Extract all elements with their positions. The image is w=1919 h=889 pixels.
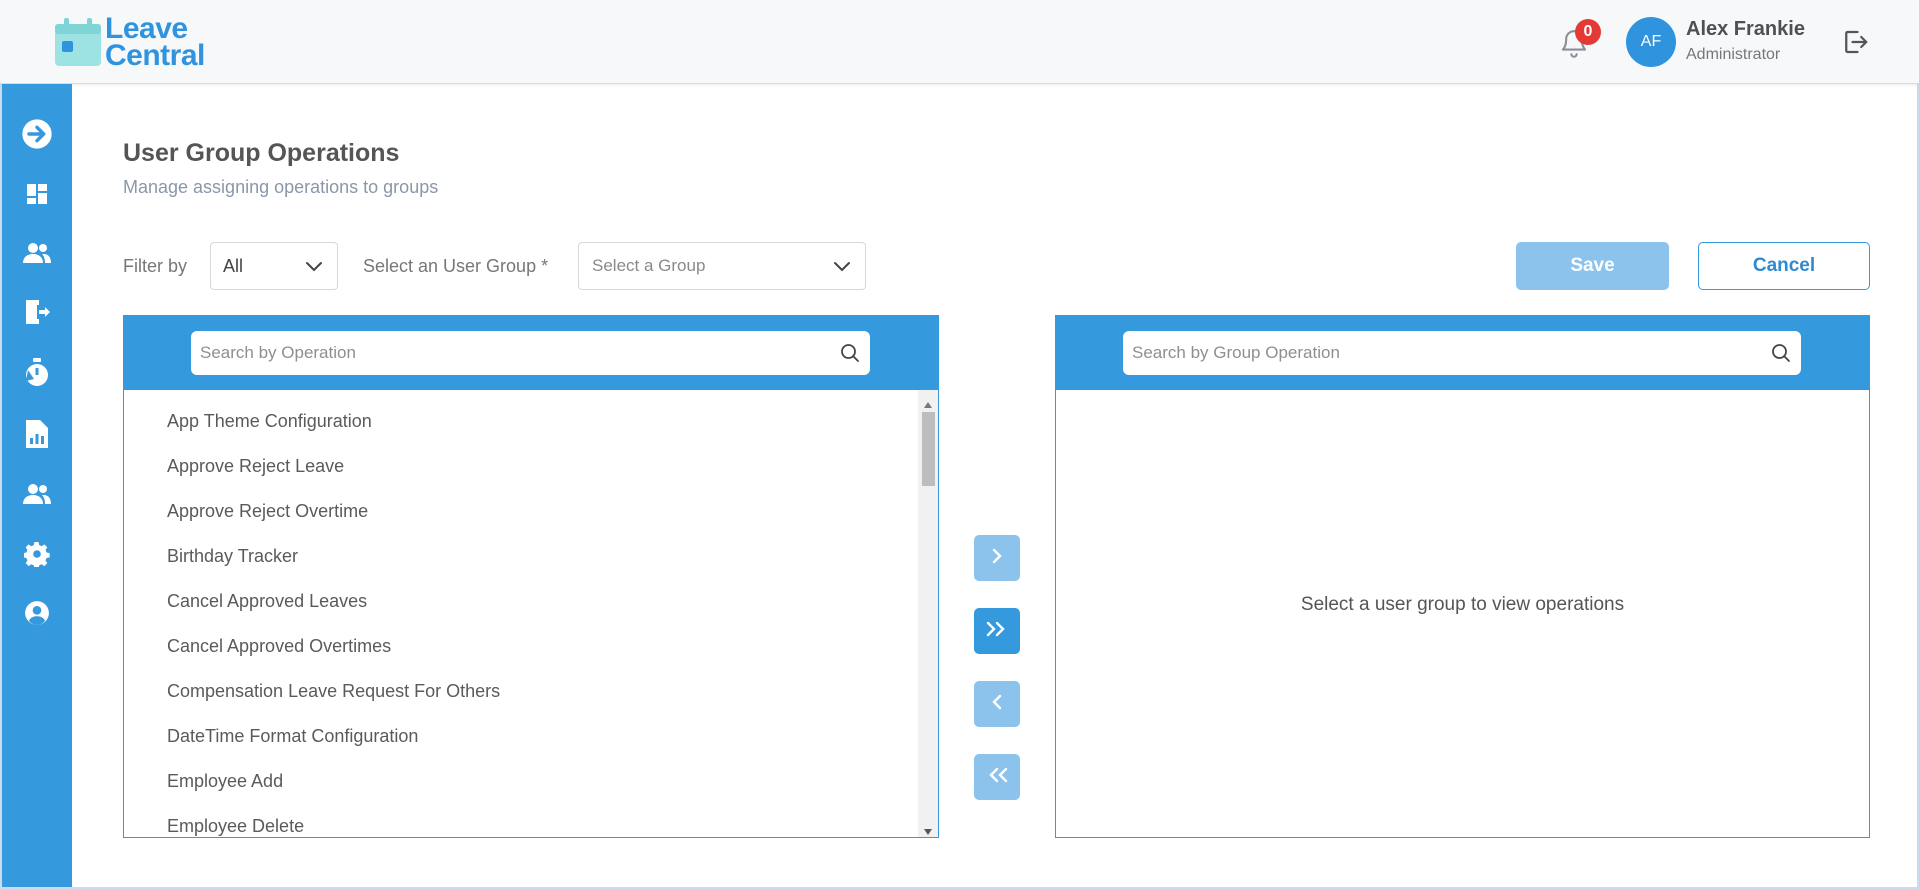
- list-item[interactable]: Cancel Approved Overtimes: [167, 636, 391, 657]
- group-operation-search-input[interactable]: [1123, 331, 1801, 375]
- user-group-placeholder: Select a Group: [592, 256, 706, 275]
- page-title: User Group Operations: [123, 139, 400, 167]
- sidebar: [2, 84, 72, 887]
- cancel-button[interactable]: Cancel: [1698, 242, 1870, 290]
- operation-search-box[interactable]: [191, 331, 870, 375]
- search-icon[interactable]: [840, 343, 860, 363]
- available-operations-panel: App Theme Configuration Approve Reject L…: [123, 315, 939, 838]
- chevron-left-icon: [989, 693, 1005, 716]
- user-group-select[interactable]: Select a Group: [578, 242, 866, 290]
- list-item[interactable]: Birthday Tracker: [167, 546, 298, 567]
- user-name: Alex Frankie: [1686, 18, 1805, 40]
- double-chevron-left-icon: [985, 766, 1009, 789]
- list-item[interactable]: Employee Delete: [167, 816, 304, 837]
- user-role: Administrator: [1686, 46, 1781, 63]
- top-header: Leave Central 0 AF Alex Frankie Administ…: [0, 0, 1919, 84]
- expand-sidebar-icon[interactable]: [21, 118, 53, 150]
- move-selected-right-button[interactable]: [974, 535, 1020, 581]
- scrollbar-thumb[interactable]: [922, 412, 935, 486]
- leave-exit-icon[interactable]: [21, 296, 53, 328]
- operation-search-input[interactable]: [191, 331, 870, 375]
- save-button[interactable]: Save: [1516, 242, 1669, 290]
- move-all-right-button[interactable]: [974, 608, 1020, 654]
- list-item[interactable]: Compensation Leave Request For Others: [167, 681, 500, 702]
- filter-label: Filter by: [123, 256, 188, 276]
- operations-scrollbar[interactable]: [918, 390, 938, 837]
- dashboard-icon[interactable]: [21, 178, 53, 210]
- operations-list[interactable]: App Theme Configuration Approve Reject L…: [124, 390, 918, 837]
- search-icon[interactable]: [1771, 343, 1791, 363]
- list-item[interactable]: Approve Reject Overtime: [167, 501, 368, 522]
- scroll-down-arrow-icon[interactable]: [923, 823, 933, 835]
- list-item[interactable]: Approve Reject Leave: [167, 456, 344, 477]
- groups-icon[interactable]: [21, 478, 53, 510]
- users-icon[interactable]: [21, 237, 53, 269]
- logo-line-1: Leave: [105, 12, 188, 45]
- list-item[interactable]: Cancel Approved Leaves: [167, 591, 367, 612]
- notification-badge: 0: [1575, 19, 1601, 45]
- panel-header: [1056, 316, 1869, 390]
- scroll-up-arrow-icon[interactable]: [923, 396, 933, 408]
- group-operations-panel: Select a user group to view operations: [1055, 315, 1870, 838]
- list-item[interactable]: Employee Add: [167, 771, 283, 792]
- panel-header: [124, 316, 938, 390]
- reports-icon[interactable]: [21, 418, 53, 450]
- user-group-label: Select an User Group *: [363, 256, 549, 276]
- gear-icon[interactable]: [21, 538, 53, 570]
- chevron-down-icon: [305, 259, 323, 273]
- chevron-down-icon: [833, 259, 851, 273]
- calendar-logo-icon: [55, 16, 101, 68]
- page-subtitle: Manage assigning operations to groups: [123, 177, 439, 197]
- group-operation-search-box[interactable]: [1123, 331, 1801, 375]
- filter-select[interactable]: All: [210, 242, 338, 290]
- move-all-left-button[interactable]: [974, 754, 1020, 800]
- avatar[interactable]: AF: [1626, 17, 1676, 67]
- list-item[interactable]: App Theme Configuration: [167, 411, 372, 432]
- logo-line-2: Central: [105, 39, 205, 72]
- empty-state-message: Select a user group to view operations: [1300, 594, 1625, 615]
- account-circle-icon[interactable]: [21, 597, 53, 629]
- logout-icon[interactable]: [1840, 27, 1870, 57]
- move-selected-left-button[interactable]: [974, 681, 1020, 727]
- chevron-right-icon: [989, 547, 1005, 570]
- double-chevron-right-icon: [985, 620, 1009, 643]
- app-logo[interactable]: Leave Central: [55, 12, 205, 72]
- filter-select-value: All: [223, 255, 244, 276]
- overtime-icon[interactable]: [21, 357, 53, 389]
- list-item[interactable]: DateTime Format Configuration: [167, 726, 418, 747]
